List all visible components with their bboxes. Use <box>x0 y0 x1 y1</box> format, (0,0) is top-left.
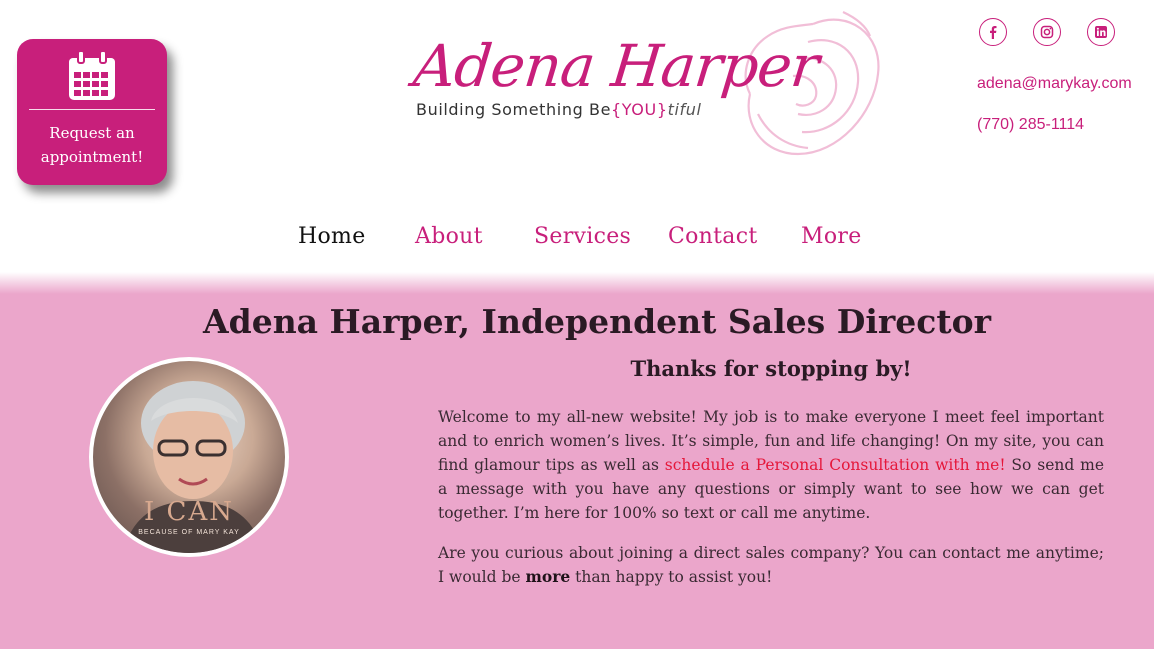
site-logo[interactable]: Adena Harper Building Something Be{YOU}t… <box>408 4 898 164</box>
linkedin-link[interactable] <box>1087 18 1115 46</box>
consultation-link[interactable]: schedule a Personal Consultation with me… <box>665 456 1006 474</box>
appointment-divider <box>29 109 155 110</box>
appointment-label: Request an appointment! <box>40 124 144 166</box>
email-link[interactable]: adena@marykay.com <box>977 75 1132 93</box>
tagline-pre: Building Something Be <box>416 100 612 119</box>
join-text-b: than happy to assist you! <box>570 568 773 586</box>
join-paragraph: Are you curious about joining a direct s… <box>438 541 1104 589</box>
profile-photo: I CAN BECAUSE OF MARY KAY <box>89 357 289 557</box>
request-appointment-button[interactable]: Request an appointment! <box>17 39 167 185</box>
nav-more[interactable]: More <box>801 224 862 249</box>
calendar-icon <box>69 50 115 100</box>
nav-services[interactable]: Services <box>534 224 631 249</box>
nav-home[interactable]: Home <box>298 224 366 249</box>
intro-paragraph: Welcome to my all-new website! My job is… <box>438 405 1104 525</box>
section-fade <box>0 272 1154 294</box>
main-nav: Home About Services Contact More <box>0 224 1154 260</box>
join-bold: more <box>525 567 571 586</box>
page-title: Adena Harper, Independent Sales Director <box>203 302 991 341</box>
nav-contact[interactable]: Contact <box>668 224 757 249</box>
tagline-you: {YOU} <box>611 100 668 119</box>
instagram-icon <box>1040 25 1054 39</box>
logo-name: Adena Harper <box>410 32 822 100</box>
photo-because-text: BECAUSE OF MARY KAY <box>138 529 240 536</box>
linkedin-icon <box>1095 26 1107 38</box>
phone-link[interactable]: (770) 285-1114 <box>977 116 1084 134</box>
tagline-post: tiful <box>667 100 702 119</box>
instagram-link[interactable] <box>1033 18 1061 46</box>
photo-ican-text: I CAN <box>144 497 234 527</box>
nav-about[interactable]: About <box>415 224 483 249</box>
facebook-icon <box>990 26 997 39</box>
logo-tagline: Building Something Be{YOU}tiful <box>416 100 702 119</box>
facebook-link[interactable] <box>979 18 1007 46</box>
welcome-subtitle: Thanks for stopping by! <box>630 356 912 381</box>
